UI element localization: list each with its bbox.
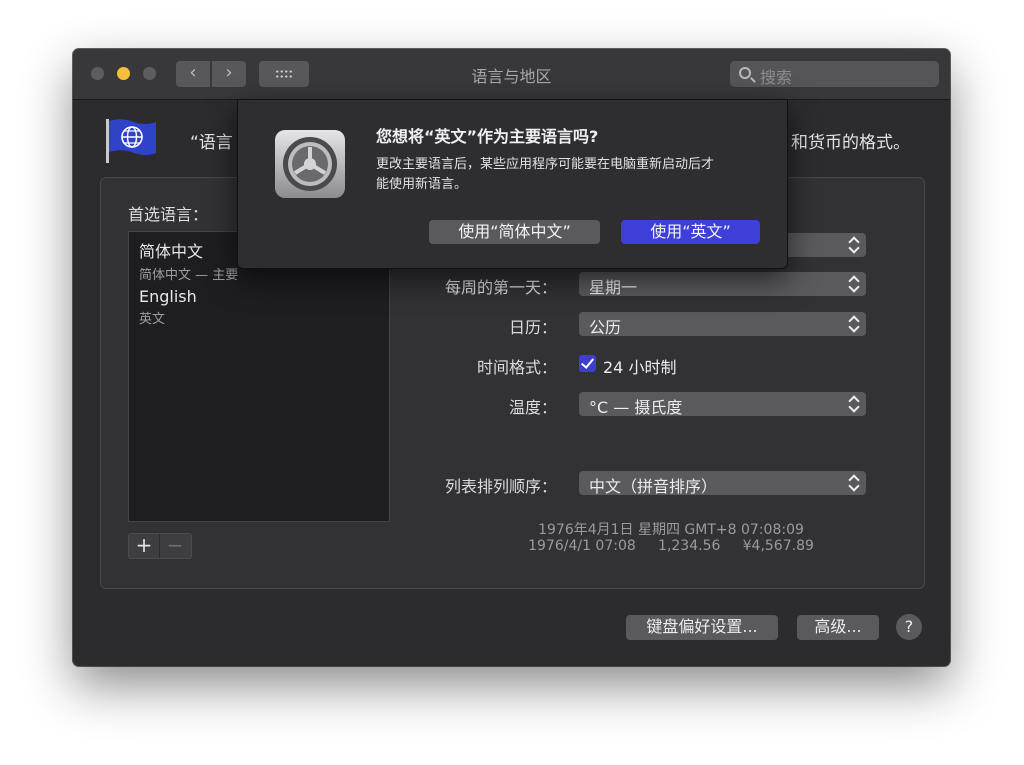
checkmark-icon[interactable] <box>579 355 596 372</box>
format-sample-line1: 1976年4月1日 星期四 GMT+8 07:08:09 <box>538 522 804 538</box>
sort-order-popup[interactable]: 中文（拼音排序） <box>579 471 866 496</box>
dialog-title: 您想将“英文”作为主要语言吗? <box>376 127 599 146</box>
language-subtitle: 简体中文 — 主要 <box>139 268 239 283</box>
chevron-updown-icon <box>848 395 860 413</box>
time-format-value: 24 小时制 <box>603 358 677 377</box>
add-language-button[interactable]: + <box>129 534 160 558</box>
advanced-button[interactable]: 高级... <box>797 615 879 640</box>
chevron-updown-icon <box>848 275 860 293</box>
help-button[interactable]: ? <box>896 614 922 640</box>
add-remove-control: + − <box>128 533 192 559</box>
calendar-label: 日历： <box>508 318 557 337</box>
search-field[interactable]: 搜索 <box>730 61 939 87</box>
confirm-language-dialog: 您想将“英文”作为主要语言吗? 更改主要语言后，某些应用程序可能要在电脑重新启动… <box>237 99 788 269</box>
temperature-popup[interactable]: °C — 摄氏度 <box>579 392 866 417</box>
remove-language-button[interactable]: − <box>160 534 190 558</box>
temperature-value: °C — 摄氏度 <box>589 398 683 417</box>
time-format-label: 时间格式： <box>476 358 557 377</box>
format-sample-line2: 1976/4/1 07:08 1,234.56 ¥4,567.89 <box>528 538 814 554</box>
title-bar: ‹ › 语言与地区 搜索 <box>73 49 950 100</box>
calendar-value: 公历 <box>589 318 622 337</box>
chevron-updown-icon <box>848 315 860 333</box>
search-icon <box>739 67 751 79</box>
chevron-updown-icon <box>848 236 860 254</box>
first-day-label: 每周的第一天： <box>444 278 557 297</box>
language-list[interactable]: 简体中文 简体中文 — 主要 English 英文 <box>128 231 390 522</box>
dialog-message-line1: 更改主要语言后，某些应用程序可能要在电脑重新启动后才 <box>376 157 715 172</box>
use-chinese-button[interactable]: 使用“简体中文” <box>429 220 600 244</box>
sort-order-value: 中文（拼音排序） <box>589 477 718 496</box>
header-description-left: “语言 <box>190 133 233 153</box>
chevron-updown-icon <box>848 474 860 492</box>
language-subtitle: 英文 <box>139 312 166 327</box>
language-name: 简体中文 <box>139 242 204 261</box>
dialog-message-line2: 能使用新语言。 <box>376 177 468 192</box>
keyboard-preferences-button[interactable]: 键盘偏好设置... <box>626 615 778 640</box>
first-day-value: 星期一 <box>589 278 638 297</box>
list-item[interactable]: English 英文 <box>139 287 197 327</box>
sort-order-label: 列表排列顺序： <box>444 477 557 496</box>
system-preferences-gear-icon <box>275 130 345 198</box>
search-placeholder: 搜索 <box>760 68 793 87</box>
first-day-popup[interactable]: 星期一 <box>579 272 866 297</box>
flag-globe-icon <box>106 119 156 163</box>
preferred-languages-label: 首选语言： <box>128 205 209 224</box>
calendar-popup[interactable]: 公历 <box>579 312 866 337</box>
use-english-button[interactable]: 使用“英文” <box>621 220 760 244</box>
list-item[interactable]: 简体中文 简体中文 — 主要 <box>139 238 238 283</box>
temperature-label: 温度： <box>508 398 557 417</box>
language-name: English <box>139 287 197 306</box>
header-description-right: 和货币的格式。 <box>791 133 910 153</box>
